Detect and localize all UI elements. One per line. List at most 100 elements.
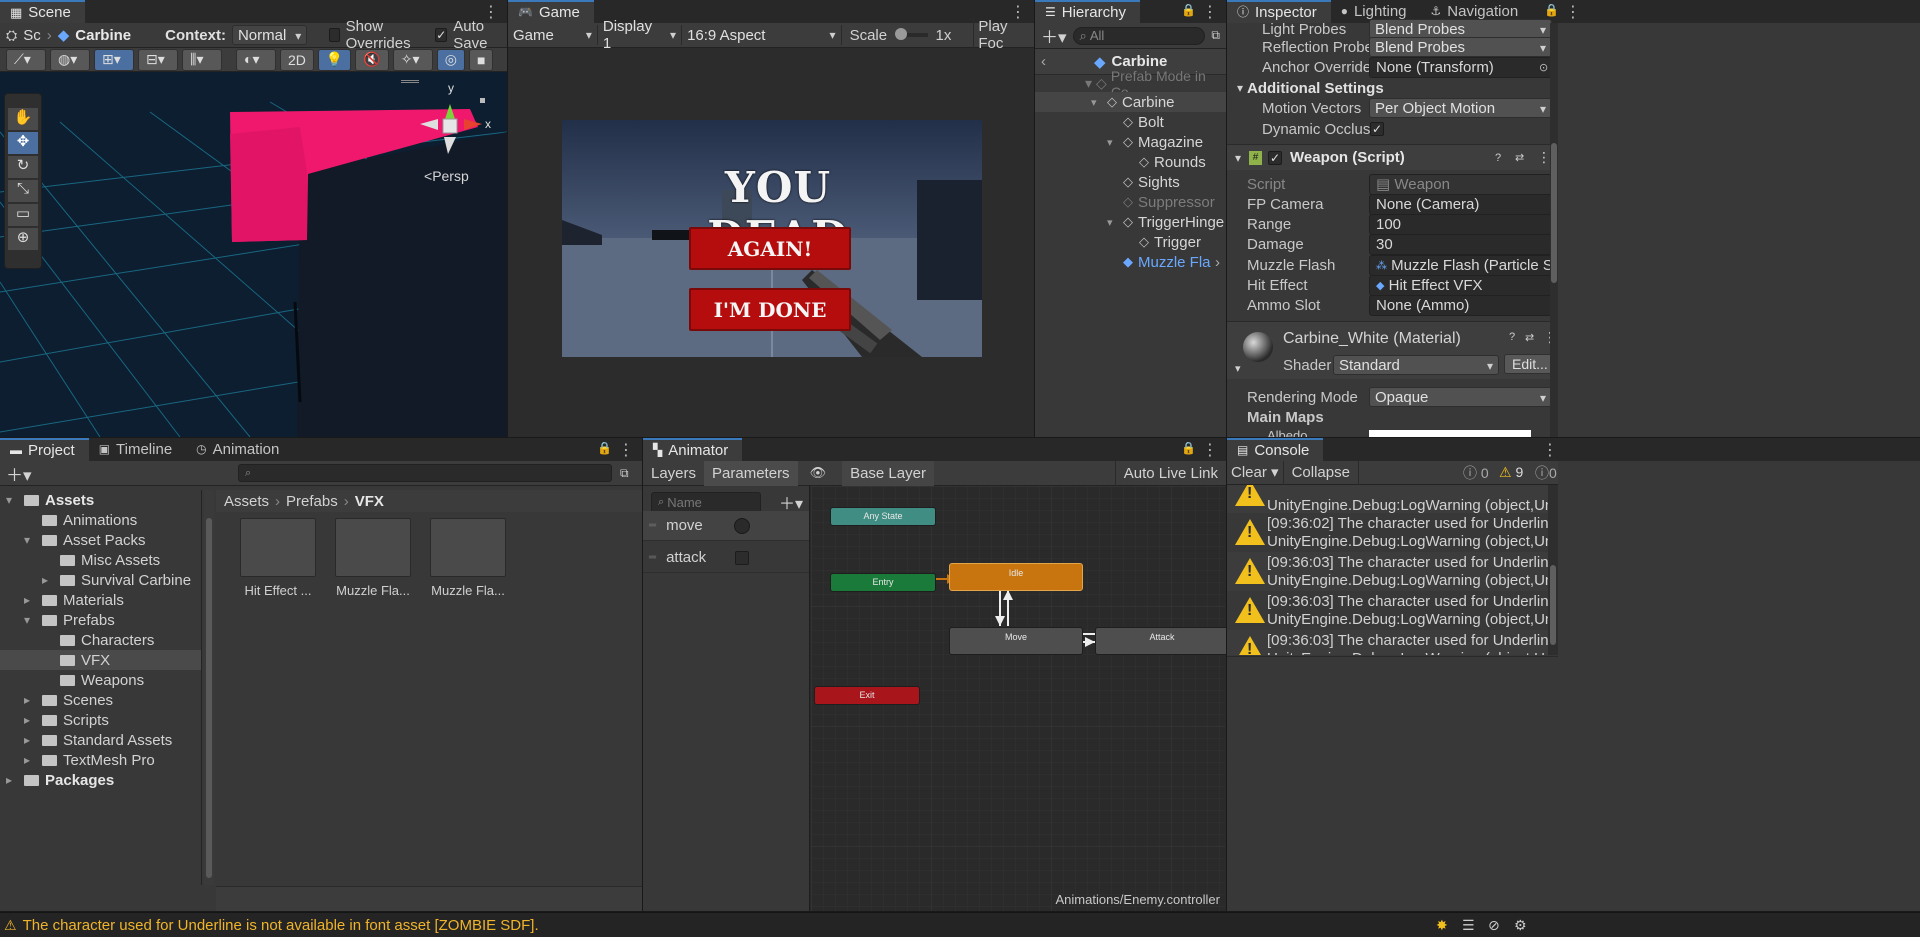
- play-focus-label[interactable]: Play Foc: [973, 18, 1034, 52]
- motion-vectors-dropdown[interactable]: Per Object Motion: [1369, 98, 1552, 119]
- tab-console[interactable]: ▤ Console: [1227, 438, 1324, 461]
- transform-tool-icon[interactable]: ⊕: [8, 228, 38, 250]
- chevron-right-icon[interactable]: ▸: [24, 593, 36, 607]
- status-message[interactable]: The character used for Underline is not …: [23, 917, 539, 934]
- console-menu-icon[interactable]: ⋮: [1542, 440, 1558, 460]
- project-tree-item[interactable]: ▾ Asset Packs: [0, 530, 201, 550]
- tab-timeline[interactable]: ▣ Timeline: [89, 438, 186, 461]
- hierarchy-item[interactable]: ◇ Rounds: [1035, 152, 1226, 172]
- project-tree-item[interactable]: ▸ TextMesh Pro: [0, 750, 201, 770]
- audio-toggle-icon[interactable]: 🔇: [355, 48, 389, 71]
- chevron-right-icon[interactable]: ▸: [24, 713, 36, 727]
- project-tree-item[interactable]: ▸ Scenes: [0, 690, 201, 710]
- clear-button[interactable]: Clear ▾: [1227, 460, 1284, 485]
- bool-radio-icon[interactable]: [734, 517, 750, 534]
- move-tool-icon[interactable]: ✥: [8, 132, 38, 154]
- display-dropdown[interactable]: Display 1: [597, 18, 683, 52]
- auto-live-link-button[interactable]: Auto Live Link: [1114, 460, 1226, 486]
- project-tree-item[interactable]: ▸ Standard Assets: [0, 730, 201, 750]
- console-entry-partial[interactable]: !UnityEngine.Debug:LogWarning (object,Un…: [1227, 485, 1548, 514]
- info-count-button[interactable]: ⓘ 0: [1463, 463, 1489, 483]
- muzzle-flash-field[interactable]: ⁂ Muzzle Flash (Particle S: [1369, 254, 1552, 276]
- shading-mode-icon[interactable]: ◐▾: [236, 48, 276, 71]
- scale-slider-thumb[interactable]: [895, 28, 908, 40]
- material-foldout-icon[interactable]: ▾: [1235, 362, 1241, 375]
- material-presets-icon[interactable]: ⇄: [1525, 331, 1534, 344]
- mode-2d-button[interactable]: 2D: [280, 48, 314, 71]
- chevron-right-icon[interactable]: ▸: [24, 753, 36, 767]
- rect-tool-icon[interactable]: ▭: [8, 204, 38, 226]
- entry-state-node[interactable]: Entry: [830, 573, 936, 592]
- show-overrides-checkbox[interactable]: [329, 28, 340, 42]
- drag-handle-icon[interactable]: ═: [649, 552, 656, 563]
- projection-label[interactable]: <Persp: [424, 168, 469, 184]
- prefab-mode-row[interactable]: ▾ ◇ Prefab Mode in Co: [1035, 68, 1226, 100]
- edit-shader-button[interactable]: Edit...: [1504, 354, 1556, 374]
- project-tree-item[interactable]: Characters: [0, 630, 201, 650]
- project-tree-item[interactable]: Misc Assets: [0, 550, 201, 570]
- tab-hierarchy[interactable]: ☰ Hierarchy: [1035, 0, 1140, 23]
- animator-menu-icon[interactable]: ⋮: [1202, 440, 1218, 460]
- chevron-right-icon[interactable]: ▸: [24, 693, 36, 707]
- expand-arrow-icon[interactable]: ▾: [1107, 216, 1119, 229]
- grid-snap-icon[interactable]: ⊞▾: [94, 48, 134, 71]
- inspector-lock-icon[interactable]: 🔒: [1544, 3, 1559, 17]
- rendering-mode-dropdown[interactable]: Opaque: [1369, 387, 1552, 408]
- tree-scrollbar[interactable]: [204, 490, 214, 885]
- grid-visibility-icon[interactable]: ⫼▾: [182, 48, 222, 71]
- weapon-foldout-icon[interactable]: ▾: [1235, 151, 1241, 165]
- console-entry[interactable]: ! [09:36:03] The character used for Under…: [1227, 591, 1548, 630]
- component-menu-icon[interactable]: ⋮: [1537, 149, 1551, 166]
- hierarchy-item[interactable]: ◇ Bolt: [1035, 112, 1226, 132]
- any-state-node[interactable]: Any State: [830, 507, 936, 526]
- console-scroll-thumb[interactable]: [1550, 565, 1556, 645]
- project-tree-item[interactable]: ▾ Assets: [0, 490, 201, 510]
- weapon-enabled-checkbox[interactable]: ✓: [1268, 150, 1283, 165]
- hierarchy-item[interactable]: ▾ ◇ Magazine: [1035, 132, 1226, 152]
- reflection-probes-dropdown[interactable]: Blend Probes: [1369, 37, 1552, 58]
- chevron-down-icon[interactable]: ▾: [6, 493, 18, 507]
- console-entry[interactable]: ! [09:36:02] The character used for Under…: [1227, 513, 1548, 552]
- project-tree-item[interactable]: Weapons: [0, 670, 201, 690]
- hierarchy-item[interactable]: ◇ Trigger: [1035, 232, 1226, 252]
- asset-tile[interactable]: Muzzle Fla...: [335, 518, 411, 598]
- console-entry[interactable]: ! [09:36:03] The character used for Under…: [1227, 552, 1548, 591]
- scene-breadcrumb-root[interactable]: Sc: [23, 27, 41, 44]
- idle-state-node[interactable]: Idle: [949, 563, 1083, 591]
- tab-project[interactable]: ▬ Project: [0, 438, 89, 461]
- increment-snap-icon[interactable]: ⊟▾: [138, 48, 178, 71]
- attack-state-node[interactable]: Attack: [1095, 627, 1226, 655]
- material-help-icon[interactable]: ?: [1509, 331, 1515, 343]
- tab-scene[interactable]: ▦ Scene: [0, 0, 85, 23]
- draw-mode-icon[interactable]: ⟋▾: [6, 48, 46, 71]
- hierarchy-menu-icon[interactable]: ⋮: [1202, 2, 1218, 22]
- back-arrow-icon[interactable]: ‹: [1041, 53, 1046, 70]
- search-filter-icon[interactable]: ⧉: [1211, 28, 1220, 43]
- done-button[interactable]: I'M DONE: [689, 288, 851, 331]
- visibility-toggle-icon[interactable]: ◎: [436, 48, 465, 71]
- scale-tool-icon[interactable]: ⤡: [8, 180, 38, 202]
- hierarchy-item[interactable]: ◇ Suppressor: [1035, 192, 1226, 212]
- fp-camera-field[interactable]: None (Camera): [1369, 193, 1552, 215]
- breadcrumb-prefabs[interactable]: Prefabs: [286, 493, 338, 510]
- search-by-type-icon[interactable]: ⧉: [620, 466, 629, 481]
- layers-tab[interactable]: Layers: [643, 461, 704, 486]
- tab-animation[interactable]: ◷ Animation: [186, 438, 293, 461]
- foldout-arrow-icon[interactable]: ▾: [1237, 81, 1243, 95]
- debug-mode-icon[interactable]: ⚙: [1514, 917, 1527, 934]
- project-tree-item[interactable]: Animations: [0, 510, 201, 530]
- project-tree-item[interactable]: ▾ Prefabs: [0, 610, 201, 630]
- collapse-button[interactable]: Collapse: [1284, 460, 1359, 485]
- additional-settings-row[interactable]: ▾ Additional Settings: [1227, 78, 1558, 98]
- camera-icon[interactable]: ■: [469, 48, 494, 71]
- parameter-row[interactable]: ═ move: [643, 511, 809, 541]
- exit-state-node[interactable]: Exit: [814, 686, 920, 705]
- expand-arrow-icon[interactable]: ▾: [1091, 96, 1103, 109]
- project-tree-item[interactable]: ▸ Packages: [0, 770, 201, 790]
- inspector-scroll-thumb[interactable]: [1551, 143, 1557, 283]
- parameter-search-input[interactable]: ⌕ Name: [651, 492, 761, 513]
- base-layer-label[interactable]: Base Layer: [842, 460, 934, 486]
- object-picker-icon[interactable]: ⊙: [1539, 61, 1548, 74]
- project-add-icon[interactable]: ＋▾: [6, 461, 32, 486]
- rotate-tool-icon[interactable]: ↻: [8, 156, 38, 178]
